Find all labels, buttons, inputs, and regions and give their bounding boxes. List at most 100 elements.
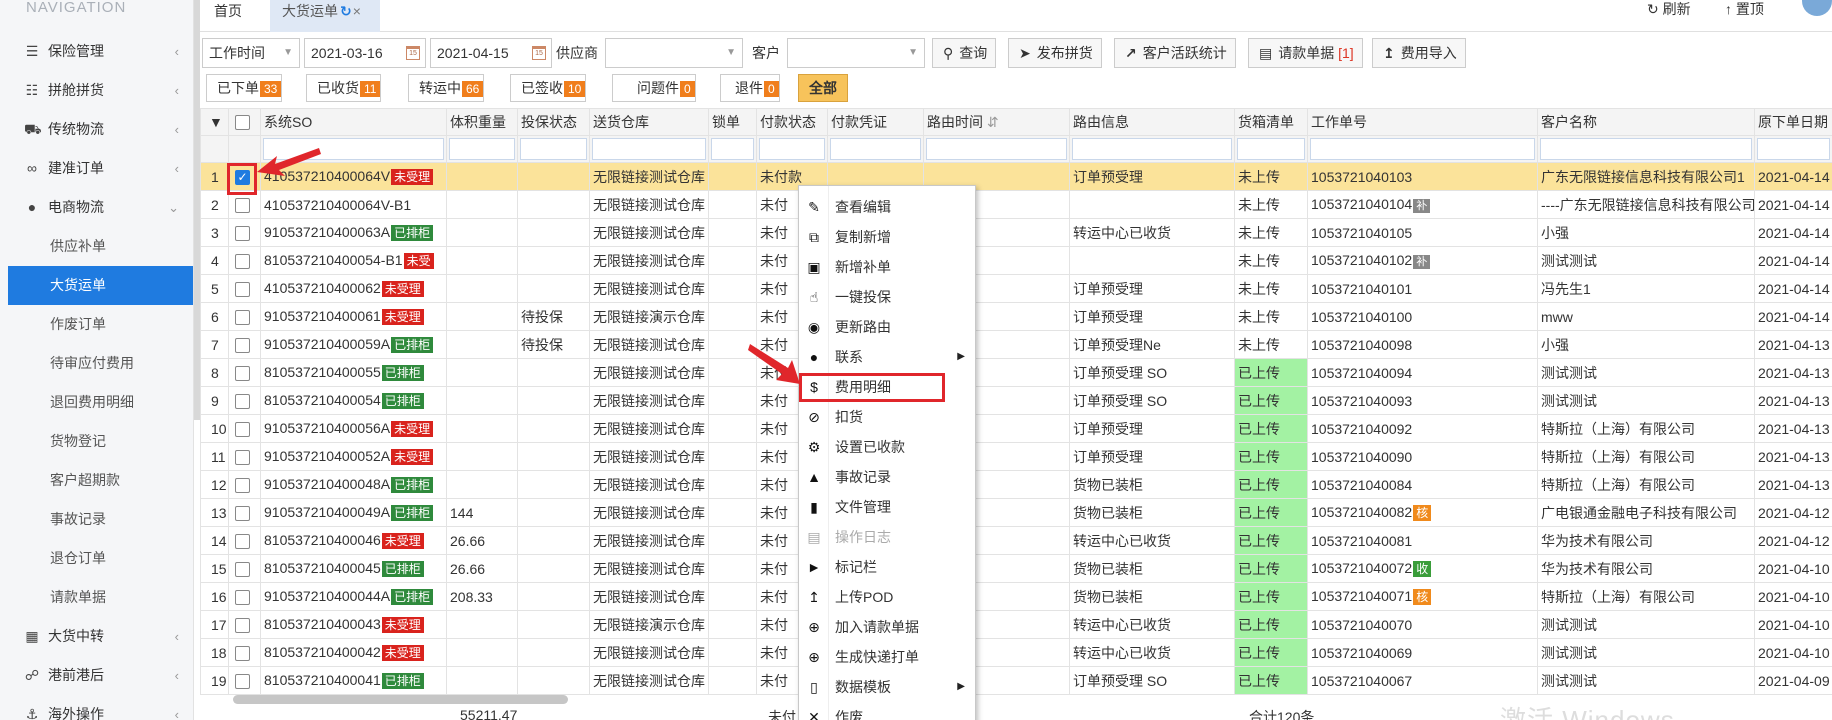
so-cell[interactable]: 910537210400063A 已排柜 [260,218,447,247]
context-menu-item[interactable]: ► 标记栏 [799,552,975,582]
route-time-filter-input[interactable] [926,138,1067,160]
warehouse-filter-input[interactable] [592,138,706,160]
status-returned-button[interactable]: 退件 0 [720,74,780,102]
sidebar-sub-9[interactable]: 请款单据 [0,578,193,617]
table-row[interactable]: 17 810537210400043 未受理 无限链接演示仓库 未付 转运中心已收货 已上传… [200,610,1832,639]
route-info-cell[interactable]: 订单预受理 SO [1069,666,1235,695]
table-row[interactable]: 13 910537210400049A 已排柜 144 无限链接测试仓库 未付 货物已装柜已… [200,498,1832,527]
row-checkbox[interactable] [235,225,250,241]
route-info-cell[interactable]: 订单预受理 [1069,302,1235,331]
box-filter-input[interactable] [1237,138,1305,160]
context-menu-item[interactable]: ✎ 查看编辑 [799,192,975,222]
refresh-button[interactable]: ↻ 刷新 [1647,0,1691,18]
sidebar-sub-2[interactable]: 作废订单 [0,305,193,344]
weight-filter-input[interactable] [449,138,515,160]
filter-column-header[interactable]: ▼ [200,108,229,136]
customer-filter-input[interactable] [1540,138,1752,160]
col-header-date[interactable]: 原下单日期 [1754,108,1832,136]
table-row[interactable]: 11 910537210400052A 未受理 无限链接测试仓库 未付 订单预受理 已上传 1… [200,442,1832,471]
row-checkbox-cell[interactable] [228,386,261,415]
so-cell[interactable]: 910537210400056A 未受理 [260,414,447,443]
row-checkbox[interactable] [235,281,250,297]
tab-current[interactable]: 大货运单 ↻× [270,0,380,32]
row-checkbox-cell[interactable] [228,554,261,583]
sidebar-item-ecommerce[interactable]: ● 电商物流 ⌄ [0,188,193,227]
select-all-header[interactable] [228,108,261,136]
so-cell[interactable]: 810537210400041 已排柜 [260,666,447,695]
row-checkbox-cell[interactable] [228,610,261,639]
sidebar-sub-0[interactable]: 供应补单 [0,227,193,266]
row-checkbox[interactable] [235,197,250,213]
row-checkbox-cell[interactable] [228,442,261,471]
route-info-cell[interactable]: 转运中心已收货 [1069,526,1235,555]
row-checkbox[interactable] [235,477,250,493]
so-cell[interactable]: 910537210400048A 已排柜 [260,470,447,499]
pin-top-button[interactable]: ↑ 置顶 [1725,0,1764,18]
col-header-lock[interactable]: 锁单 [708,108,757,136]
row-checkbox[interactable] [235,533,250,549]
table-row[interactable]: 3 910537210400063A 已排柜 无限链接测试仓库 未付 转运中心已收货 未上传… [200,218,1832,247]
select-all-checkbox[interactable] [235,115,250,131]
row-checkbox[interactable] [235,365,250,381]
context-menu-item[interactable]: ▲ 事故记录 [799,462,975,492]
status-problem-button[interactable]: 问题件 0 [612,74,696,102]
work-filter-input[interactable] [1310,138,1535,160]
row-checkbox-cell[interactable] [228,582,261,611]
table-row[interactable]: 14 810537210400046 未受理 26.66 无限链接测试仓库 未付 转运中心已… [200,526,1832,555]
tab-home[interactable]: 首页 [202,0,254,32]
row-checkbox-cell[interactable] [228,638,261,667]
row-checkbox-cell[interactable] [228,526,261,555]
col-header-warehouse[interactable]: 送货仓库 [589,108,709,136]
supplier-select[interactable]: ▼ [605,38,743,68]
sidebar-item-order[interactable]: ∞ 建准订单 ‹ [0,149,193,188]
so-cell[interactable]: 910537210400049A 已排柜 [260,498,447,527]
col-header-insure[interactable]: 投保状态 [517,108,590,136]
sidebar-sub-3[interactable]: 待审应付费用 [0,344,193,383]
context-menu-item[interactable]: ⚙ 设置已收款 [799,432,975,462]
table-row[interactable]: 12 910537210400048A 已排柜 无限链接测试仓库 未付 货物已装柜 已上传 1… [200,470,1832,499]
table-row[interactable]: 1 ✓ 410537210400064V 未受理 无限链接测试仓库 未付款 订单预受理 未上传… [200,162,1832,191]
row-checkbox-cell[interactable] [228,218,261,247]
sidebar-item-transfer[interactable]: ▦ 大货中转 ‹ [0,617,193,656]
date-filter-input[interactable] [1757,138,1830,160]
sidebar-item-consolidation[interactable]: ☷ 拼舱拼货 ‹ [0,71,193,110]
import-button[interactable]: ↥ 费用导入 [1372,38,1466,68]
route-info-cell[interactable]: 转运中心已收货 [1069,638,1235,667]
context-menu-item[interactable]: ▣ 新增补单 [799,252,975,282]
row-checkbox-cell[interactable] [228,302,261,331]
sidebar-sub-7[interactable]: 事故记录 [0,500,193,539]
context-menu-item[interactable]: ▯ 数据模板 ▶ [799,672,975,702]
col-header-weight[interactable]: 体积重量 [446,108,518,136]
col-header-customer[interactable]: 客户名称 [1537,108,1755,136]
customer-select[interactable]: ▼ [787,38,925,68]
row-checkbox[interactable] [235,309,250,325]
so-cell[interactable]: 810537210400042 未受理 [260,638,447,667]
table-row[interactable]: 9 810537210400054 已排柜 无限链接测试仓库 未付 订单预受理 SO 已上传… [200,386,1832,415]
route-info-cell[interactable]: 货物已装柜 [1069,470,1235,499]
sidebar-sub-5[interactable]: 货物登记 [0,422,193,461]
table-row[interactable]: 16 910537210400044A 已排柜 208.33 无限链接测试仓库 未付 货物已… [200,582,1832,611]
table-row[interactable]: 15 810537210400045 已排柜 26.66 无限链接测试仓库 未付 货物已装柜… [200,554,1832,583]
so-cell[interactable]: 810537210400055 已排柜 [260,358,447,387]
route-info-cell[interactable] [1069,246,1235,275]
context-menu-item[interactable]: ⊕ 加入请款单据 [799,612,975,642]
table-row[interactable]: 18 810537210400042 未受理 无限链接测试仓库 未付 转运中心已收货 已上传… [200,638,1832,667]
col-header-so[interactable]: 系统SO [260,108,447,136]
date-to-input[interactable]: 2021-04-15 15 [430,38,552,68]
time-type-select[interactable]: 工作时间 ▼ [202,38,300,68]
table-row[interactable]: 7 910537210400059A 已排柜 待投保 无限链接测试仓库 未付 订单预受理Ne… [200,330,1832,359]
sidebar-sub-4[interactable]: 退回费用明细 [0,383,193,422]
sidebar-sub-active[interactable]: 大货运单 [8,266,193,305]
row-checkbox[interactable] [235,645,250,661]
sidebar-item-traditional[interactable]: ⛟ 传统物流 ‹ [0,110,193,149]
status-received-button[interactable]: 已收货 11 [306,74,382,102]
row-checkbox-cell[interactable] [228,470,261,499]
table-row[interactable]: 5 410537210400062 未受理 无限链接测试仓库 未付 订单预受理 未上传 105… [200,274,1832,303]
sidebar-sub-8[interactable]: 退仓订单 [0,539,193,578]
context-menu-item[interactable]: ◉ 更新路由 [799,312,975,342]
so-cell[interactable]: 810537210400046 未受理 [260,526,447,555]
status-signed-button[interactable]: 已签收 10 [510,74,587,102]
route-info-cell[interactable]: 订单预受理 SO [1069,358,1235,387]
context-menu-item[interactable]: ⧉ 复制新增 [799,222,975,252]
route-info-cell[interactable]: 货物已装柜 [1069,582,1235,611]
